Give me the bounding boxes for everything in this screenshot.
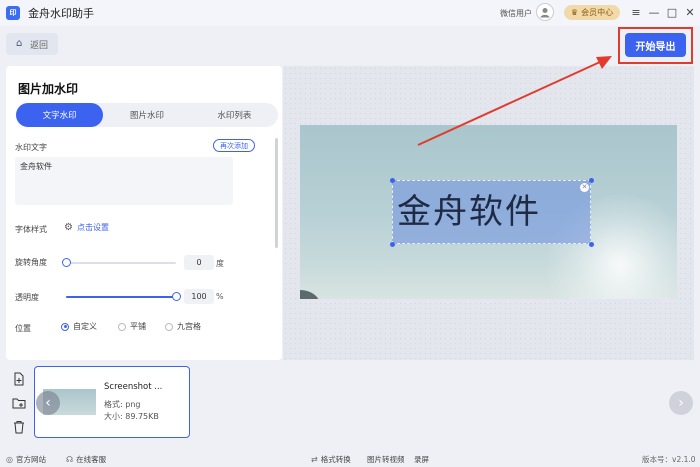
back-label: 返回: [29, 40, 48, 51]
version-label: 版本号：v2.1.0: [642, 455, 696, 464]
rotation-unit: 度: [216, 259, 224, 268]
rotation-slider-knob[interactable]: [62, 258, 71, 267]
status-label: 在线客服: [76, 455, 107, 464]
status-bar: ◎ 官方网站 ☊ 在线客服 ⇄ 格式转换 图片转视频 录屏 版本号：v2.1.0: [0, 450, 700, 467]
status-label: 官方网站: [15, 455, 46, 464]
opacity-slider-fill: [66, 296, 176, 298]
maximize-icon[interactable]: □: [664, 4, 680, 20]
user-name[interactable]: 微信用户: [500, 8, 532, 19]
add-again-button[interactable]: 再次添加: [213, 139, 255, 152]
back-button[interactable]: ⌂ 返回: [6, 33, 58, 55]
radio-dot: [61, 322, 69, 331]
minimize-icon[interactable]: —: [646, 4, 662, 20]
font-setting-link[interactable]: ⚙ 点击设置: [64, 222, 109, 233]
menu-icon[interactable]: ≡: [628, 4, 644, 20]
opacity-slider-knob[interactable]: [172, 292, 181, 301]
file-format: 格式: png: [104, 400, 141, 409]
add-folder-icon[interactable]: [12, 396, 26, 410]
next-file-button[interactable]: ›: [669, 391, 693, 415]
globe-icon: ◎: [6, 455, 13, 464]
position-option-custom[interactable]: 自定义: [61, 321, 97, 332]
home-icon: ⌂: [15, 38, 23, 49]
status-label: 格式转换: [320, 455, 351, 464]
add-file-icon[interactable]: [12, 372, 26, 386]
settings-panel: 图片加水印 文字水印 图片水印 水印列表 水印文字 再次添加 金舟软件 字体样式…: [6, 66, 282, 360]
online-support-link[interactable]: ☊ 在线客服: [66, 454, 106, 465]
chevron-right-icon: ›: [678, 395, 684, 411]
avatar[interactable]: [536, 3, 554, 21]
position-option-grid[interactable]: 九宫格: [165, 321, 201, 332]
resize-handle[interactable]: [390, 178, 395, 183]
watermark-text-input[interactable]: 金舟软件: [15, 157, 233, 205]
panel-scrollbar[interactable]: [275, 138, 278, 248]
tab-image-watermark[interactable]: 图片水印: [103, 103, 190, 127]
rotation-slider-track[interactable]: [66, 262, 176, 264]
official-website-link[interactable]: ◎ 官方网站: [6, 454, 46, 465]
font-style-label: 字体样式: [15, 225, 47, 234]
tab-watermark-list[interactable]: 水印列表: [191, 103, 278, 127]
opacity-input[interactable]: 100: [184, 289, 214, 304]
app-title: 金舟水印助手: [28, 7, 94, 20]
watermark-text-label: 水印文字: [15, 143, 47, 152]
start-export-button[interactable]: 开始导出: [625, 33, 686, 57]
tab-text-watermark[interactable]: 文字水印: [16, 103, 104, 127]
opacity-label: 透明度: [15, 293, 39, 302]
position-label: 位置: [15, 324, 31, 333]
screen-record-link[interactable]: 录屏: [414, 454, 429, 465]
watermark-tabs: 文字水印 图片水印 水印列表: [16, 103, 278, 127]
panel-title: 图片加水印: [18, 82, 79, 96]
opacity-unit: %: [216, 292, 224, 301]
resize-handle[interactable]: [589, 178, 594, 183]
status-label: 图片转视频: [367, 455, 405, 464]
delete-icon[interactable]: [12, 420, 26, 434]
radio-dot: [165, 322, 173, 331]
rotation-input[interactable]: 0: [184, 255, 214, 270]
file-size: 大小: 89.75KB: [104, 412, 159, 421]
convert-icon: ⇄: [311, 455, 318, 464]
position-option-label: 自定义: [73, 322, 97, 331]
file-name: Screenshot ...: [104, 382, 163, 392]
watermark-delete-icon[interactable]: ✕: [580, 183, 589, 192]
app-logo-icon: 印: [6, 6, 20, 20]
title-bar: 印 金舟水印助手 微信用户 ♛ 会员中心 ≡ — □ ✕: [0, 0, 700, 26]
avatar-icon: [540, 8, 550, 18]
close-icon[interactable]: ✕: [682, 4, 698, 20]
rotation-label: 旋转角度: [15, 258, 47, 267]
crown-icon: ♛: [570, 8, 579, 17]
position-option-label: 平铺: [130, 322, 146, 331]
gear-icon: ⚙: [64, 222, 73, 233]
prev-file-button[interactable]: ‹: [36, 391, 60, 415]
font-setting-label: 点击设置: [76, 223, 109, 232]
watermark-preview-text[interactable]: 金舟软件: [397, 184, 541, 233]
position-option-tile[interactable]: 平铺: [118, 321, 146, 332]
chevron-left-icon: ‹: [45, 395, 51, 411]
vip-center-label: 会员中心: [581, 8, 614, 17]
watermark-selection-box[interactable]: 金舟软件 ✕: [390, 178, 594, 247]
headset-icon: ☊: [66, 455, 74, 464]
preview-canvas: 金舟软件 ✕: [283, 66, 694, 360]
status-label: 录屏: [414, 455, 429, 464]
radio-dot: [118, 322, 126, 331]
vip-center-button[interactable]: ♛ 会员中心: [564, 5, 620, 20]
resize-handle[interactable]: [589, 242, 594, 247]
format-convert-link[interactable]: ⇄ 格式转换: [311, 454, 351, 465]
image-to-video-link[interactable]: 图片转视频: [367, 454, 405, 465]
resize-handle[interactable]: [390, 242, 395, 247]
position-option-label: 九宫格: [177, 322, 201, 331]
image-hill: [300, 290, 320, 299]
preview-image: 金舟软件 ✕: [300, 125, 677, 299]
